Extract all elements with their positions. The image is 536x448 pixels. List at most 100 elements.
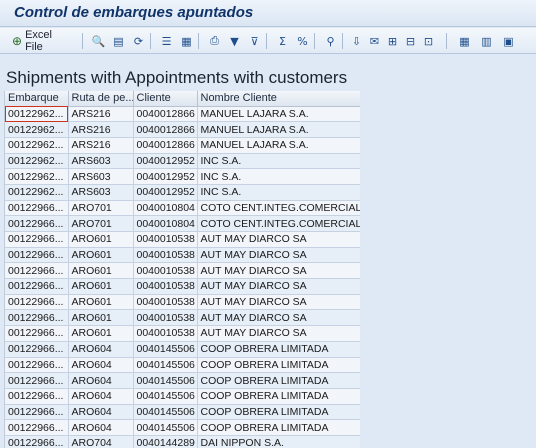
send-icon[interactable]: ✉ — [366, 32, 383, 50]
cell-cliente[interactable]: 0040145506 — [133, 404, 198, 421]
cell-nombre-cliente[interactable]: COOP OBRERA LIMITADA — [197, 341, 360, 358]
cell-cliente[interactable]: 0040012866 — [133, 121, 198, 138]
refresh-icon[interactable]: ⟳ — [130, 32, 147, 50]
cell-embarque[interactable]: 00122966... — [5, 309, 69, 327]
cell-cliente[interactable]: 0040010538 — [133, 262, 198, 280]
cell-nombre-cliente[interactable]: COOP OBRERA LIMITADA — [197, 404, 360, 421]
cell-ruta[interactable]: ARO601 — [68, 231, 134, 248]
cell-nombre-cliente[interactable]: INC S.A. — [197, 153, 360, 170]
cell-nombre-cliente[interactable]: AUT MAY DIARCO SA — [197, 278, 360, 295]
table-row[interactable]: 00122966... ARO604 0040145506 COOP OBRERA L… — [5, 419, 360, 436]
cell-cliente[interactable]: 0040012866 — [133, 137, 198, 154]
cell-nombre-cliente[interactable]: MANUEL LAJARA S.A. — [197, 106, 360, 123]
cell-ruta[interactable]: ARS603 — [68, 153, 134, 170]
cell-nombre-cliente[interactable]: AUT MAY DIARCO SA — [197, 294, 360, 311]
cell-nombre-cliente[interactable]: INC S.A. — [197, 168, 360, 185]
grid-settings-icon[interactable]: ▣ — [500, 32, 517, 50]
cell-cliente[interactable]: 0040010538 — [133, 294, 198, 311]
cell-embarque[interactable]: 00122966... — [5, 419, 69, 436]
cell-cliente[interactable]: 0040012952 — [133, 184, 198, 201]
table-row[interactable]: 00122966... ARO701 0040010804 COTO CENT.INT… — [5, 200, 360, 217]
cell-cliente[interactable]: 0040010538 — [133, 278, 198, 295]
cell-ruta[interactable]: ARO604 — [68, 341, 134, 358]
cell-nombre-cliente[interactable]: DAI NIPPON S.A. — [197, 435, 360, 448]
cell-nombre-cliente[interactable]: INC S.A. — [197, 184, 360, 201]
cell-nombre-cliente[interactable]: AUT MAY DIARCO SA — [197, 309, 360, 327]
cell-cliente[interactable]: 0040145506 — [133, 419, 198, 436]
table-row[interactable]: 00122962... ARS216 0040012866 MANUEL LAJARA… — [5, 106, 360, 123]
cell-nombre-cliente[interactable]: AUT MAY DIARCO SA — [197, 231, 360, 248]
cell-ruta[interactable]: ARS603 — [68, 184, 134, 201]
cell-cliente[interactable]: 0040145506 — [133, 357, 198, 374]
excel-file-button[interactable]: ⊕ Excel File — [12, 29, 72, 53]
table-row[interactable]: 00122966... ARO604 0040145506 COOP OBRERA L… — [5, 357, 360, 374]
export-icon[interactable]: ⇩ — [348, 32, 365, 50]
cell-ruta[interactable]: ARS216 — [68, 106, 134, 123]
list-icon[interactable]: ☰ — [158, 32, 175, 50]
table-row[interactable]: 00122962... ARS216 0040012866 MANUEL LAJARA… — [5, 121, 360, 138]
table-row[interactable]: 00122966... ARO704 0040144289 DAI NIPPON S.… — [5, 435, 360, 448]
cell-cliente[interactable]: 0040010538 — [133, 325, 198, 342]
cell-nombre-cliente[interactable]: COTO CENT.INTEG.COMERCIALI... — [197, 200, 360, 217]
cell-cliente[interactable]: 0040145506 — [133, 341, 198, 358]
table-row[interactable]: 00122962... ARS603 0040012952 INC S.A. — [5, 168, 360, 185]
column-header-cliente[interactable]: Cliente — [133, 91, 198, 107]
cell-ruta[interactable]: ARS216 — [68, 137, 134, 154]
filter-icon[interactable]: ▼ — [226, 32, 243, 50]
cell-embarque[interactable]: 00122966... — [5, 435, 69, 448]
cell-embarque[interactable]: 00122966... — [5, 404, 69, 421]
cell-cliente[interactable]: 0040012952 — [133, 168, 198, 185]
save-layout-icon[interactable]: ⊡ — [420, 32, 437, 50]
cell-embarque[interactable]: 00122966... — [5, 215, 69, 232]
report-icon[interactable]: ▦ — [178, 32, 195, 50]
cell-ruta[interactable]: ARO604 — [68, 419, 134, 436]
sum-icon[interactable]: Σ — [274, 32, 291, 50]
table-row[interactable]: 00122966... ARO601 0040010538 AUT MAY DIARC… — [5, 278, 360, 295]
columns-icon[interactable]: ▥ — [478, 32, 495, 50]
cell-ruta[interactable]: ARO601 — [68, 309, 134, 327]
cell-embarque[interactable]: 00122962... — [5, 121, 69, 138]
cell-embarque[interactable]: 00122966... — [5, 325, 69, 342]
cell-embarque[interactable]: 00122966... — [5, 372, 69, 389]
cell-ruta[interactable]: ARO601 — [68, 325, 134, 342]
table-row[interactable]: 00122966... ARO604 0040145506 COOP OBRERA L… — [5, 341, 360, 358]
filter-set-icon[interactable]: ⊽ — [246, 32, 263, 50]
cell-embarque[interactable]: 00122966... — [5, 262, 69, 280]
cell-ruta[interactable]: ARO601 — [68, 247, 134, 264]
choose-layout-icon[interactable]: ⊟ — [402, 32, 419, 50]
cell-cliente[interactable]: 0040145506 — [133, 388, 198, 405]
cell-embarque[interactable]: 00122966... — [5, 294, 69, 311]
cell-nombre-cliente[interactable]: AUT MAY DIARCO SA — [197, 247, 360, 264]
cell-cliente[interactable]: 0040010538 — [133, 231, 198, 248]
table-row[interactable]: 00122966... ARO604 0040145506 COOP OBRERA L… — [5, 404, 360, 421]
table-icon[interactable]: ▦ — [456, 32, 473, 50]
cell-cliente[interactable]: 0040012866 — [133, 106, 198, 123]
column-header-nombre-cliente[interactable]: Nombre Cliente — [197, 91, 360, 107]
table-row[interactable]: 00122966... ARO604 0040145506 COOP OBRERA L… — [5, 388, 360, 405]
print-icon[interactable]: ⎙ — [206, 32, 223, 50]
cell-nombre-cliente[interactable]: AUT MAY DIARCO SA — [197, 262, 360, 280]
cell-ruta[interactable]: ARO604 — [68, 388, 134, 405]
cell-embarque[interactable]: 00122966... — [5, 357, 69, 374]
cell-cliente[interactable]: 0040010538 — [133, 309, 198, 327]
cell-nombre-cliente[interactable]: COOP OBRERA LIMITADA — [197, 388, 360, 405]
cell-nombre-cliente[interactable]: COOP OBRERA LIMITADA — [197, 357, 360, 374]
cell-ruta[interactable]: ARS216 — [68, 121, 134, 138]
table-row[interactable]: 00122962... ARS603 0040012952 INC S.A. — [5, 153, 360, 170]
cell-ruta[interactable]: ARO601 — [68, 278, 134, 295]
cell-ruta[interactable]: ARO704 — [68, 435, 134, 448]
cell-ruta[interactable]: ARO601 — [68, 294, 134, 311]
cell-ruta[interactable]: ARO601 — [68, 262, 134, 280]
cell-ruta[interactable]: ARO701 — [68, 200, 134, 217]
table-row[interactable]: 00122966... ARO601 0040010538 AUT MAY DIARC… — [5, 294, 360, 311]
cell-embarque[interactable]: 00122966... — [5, 247, 69, 264]
cell-cliente[interactable]: 0040010804 — [133, 215, 198, 232]
sort-ascending-icon[interactable]: ▤ — [110, 32, 127, 50]
cell-cliente[interactable]: 0040010538 — [133, 247, 198, 264]
cell-ruta[interactable]: ARS603 — [68, 168, 134, 185]
cell-nombre-cliente[interactable]: COTO CENT.INTEG.COMERCIALI... — [197, 215, 360, 232]
cell-nombre-cliente[interactable]: AUT MAY DIARCO SA — [197, 325, 360, 342]
cell-embarque[interactable]: 00122966... — [5, 278, 69, 295]
table-row[interactable]: 00122966... ARO604 0040145506 COOP OBRERA L… — [5, 372, 360, 389]
cell-embarque[interactable]: 00122962... — [5, 153, 69, 170]
